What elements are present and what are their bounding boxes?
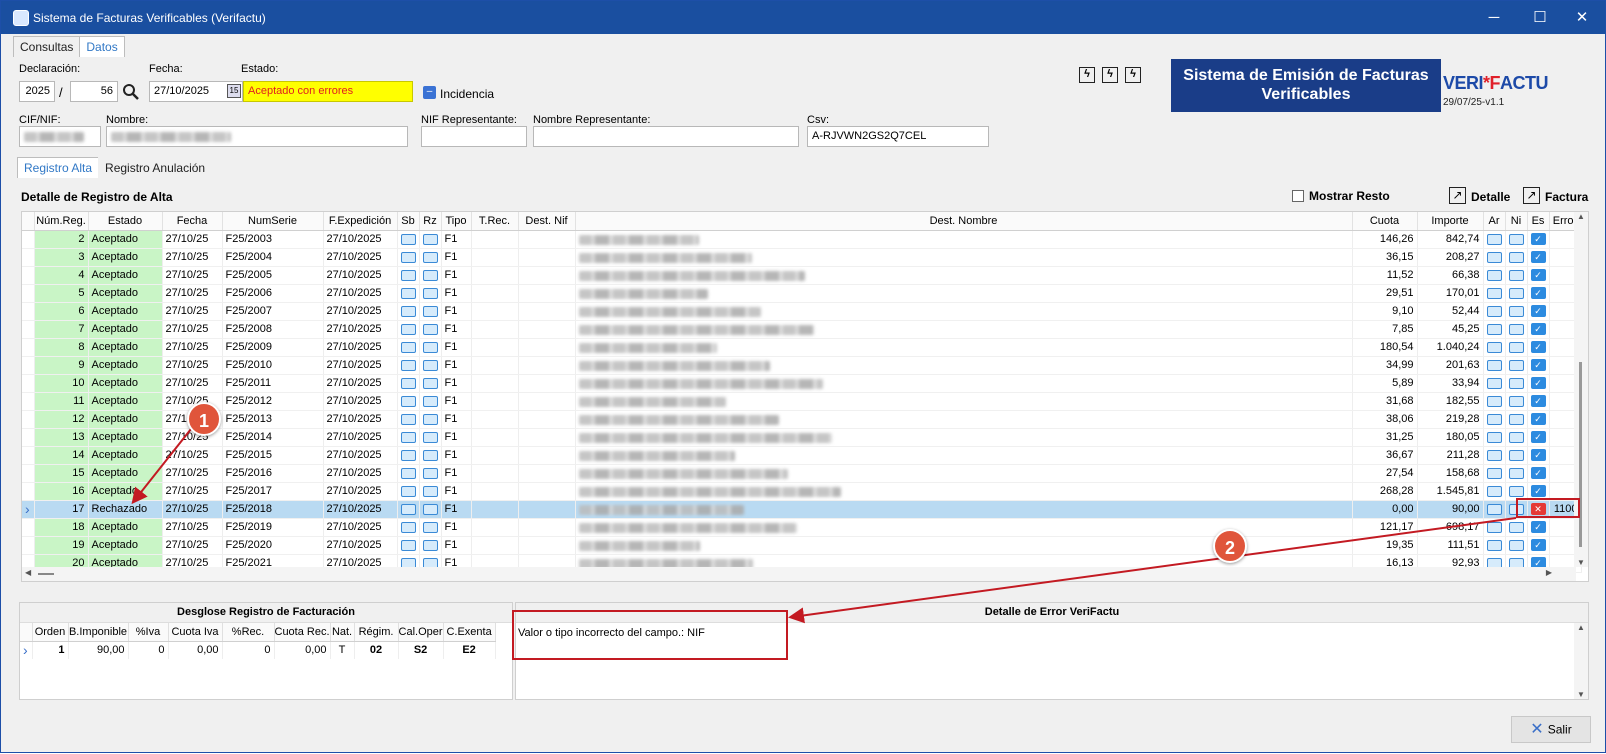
annotation-marker-1: 1 xyxy=(187,402,221,436)
app-window: Sistema de Facturas Verificables (Verifa… xyxy=(0,0,1606,753)
annotation-arrow-2 xyxy=(788,517,1517,624)
annotation-marker-2: 2 xyxy=(1213,529,1247,563)
annotation-arrows xyxy=(131,428,1517,624)
annotation-arrow-1 xyxy=(131,428,192,505)
